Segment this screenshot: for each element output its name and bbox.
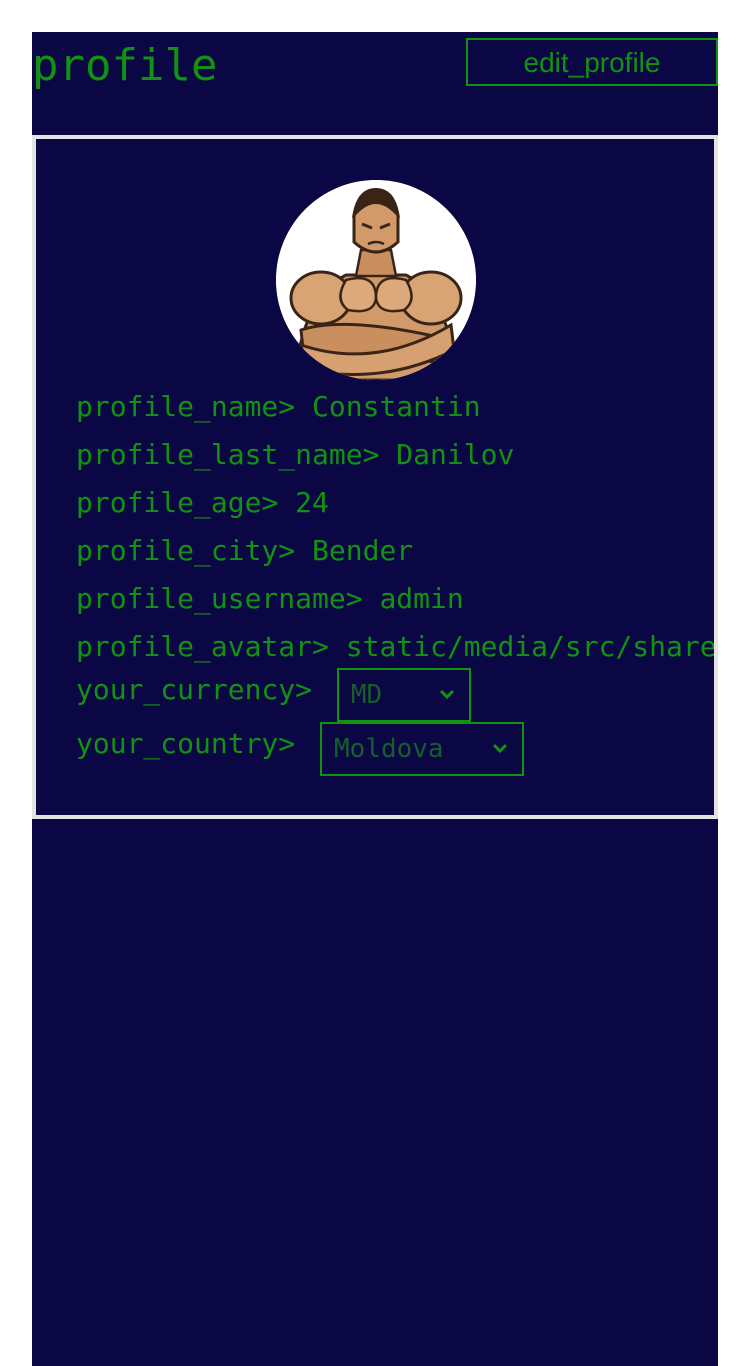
profile-age-row: profile_age> 24 <box>76 479 714 527</box>
edit-profile-button[interactable]: edit_profile <box>466 38 718 86</box>
field-separator: > <box>278 534 313 567</box>
profile-username-row: profile_username> admin <box>76 575 714 623</box>
field-separator: > <box>362 438 397 471</box>
field-separator: > <box>278 390 313 423</box>
profile-fields: profile_name> Constantin profile_last_na… <box>76 383 717 671</box>
field-separator: > <box>312 630 346 663</box>
chevron-down-icon <box>439 689 454 700</box>
field-separator: > <box>295 673 313 706</box>
country-label-text: your_country <box>76 727 279 760</box>
country-select[interactable]: Moldova <box>320 722 525 776</box>
currency-label: your_currency> <box>76 668 312 712</box>
profile-city-row: profile_city> Bender <box>76 527 714 575</box>
profile-avatar-row: profile_avatar> static/media/src/share <box>76 623 717 671</box>
chevron-down-icon <box>492 743 508 754</box>
country-selected-value: Moldova <box>334 734 444 764</box>
field-label: profile_avatar <box>76 630 313 663</box>
field-value: static/media/src/share <box>345 630 717 663</box>
avatar <box>276 180 476 380</box>
field-separator: > <box>261 486 296 519</box>
page-title: profile <box>32 40 218 91</box>
field-label: profile_city <box>76 534 279 567</box>
country-label: your_country> <box>76 722 295 766</box>
field-value: 24 <box>295 486 329 519</box>
field-value: Danilov <box>396 438 515 471</box>
field-value: admin <box>379 582 464 615</box>
field-label: profile_username <box>76 582 346 615</box>
profile-last-name-row: profile_last_name> Danilov <box>76 431 714 479</box>
muscular-man-avatar-icon <box>276 180 476 380</box>
profile-page: profile edit_profile profile_name> Const… <box>32 32 718 1366</box>
field-separator: > <box>278 727 296 760</box>
field-label: profile_age <box>76 486 262 519</box>
currency-row: your_currency> MD <box>76 668 471 722</box>
currency-select[interactable]: MD <box>336 668 471 722</box>
field-separator: > <box>345 582 380 615</box>
field-label: profile_name <box>76 390 279 423</box>
currency-selected-value: MD <box>350 680 383 710</box>
country-row: your_country> Moldova <box>76 722 525 776</box>
header: profile edit_profile <box>32 32 718 135</box>
profile-name-row: profile_name> Constantin <box>76 383 714 431</box>
currency-label-text: your_currency <box>76 673 296 706</box>
field-value: Bender <box>312 534 414 567</box>
profile-card: profile_name> Constantin profile_last_na… <box>32 135 718 819</box>
field-value: Constantin <box>312 390 481 423</box>
field-label: profile_last_name <box>76 438 363 471</box>
